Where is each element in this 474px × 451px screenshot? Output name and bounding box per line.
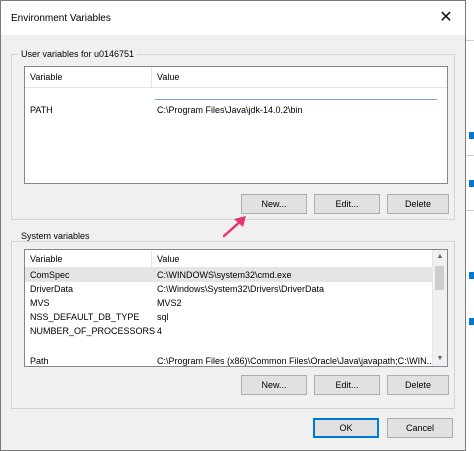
value-cell: C:\Program Files\Java\jdk-14.0.2\bin (157, 105, 303, 115)
table-row[interactable]: MVS MVS2 (25, 296, 433, 310)
variable-cell: Path (30, 356, 49, 366)
table-row[interactable]: NUMBER_OF_PROCESSORS 4 (25, 324, 433, 338)
system-list-header: Variable Value (25, 250, 447, 268)
background-window-edge (466, 0, 474, 451)
scroll-up-icon[interactable]: ▲ (433, 250, 447, 264)
cancel-button[interactable]: Cancel (387, 418, 453, 438)
column-header-variable[interactable]: Variable (30, 254, 62, 264)
table-row[interactable]: Path C:\Program Files (x86)\Common Files… (25, 354, 435, 366)
background-link-mark (469, 132, 474, 139)
header-sort-line (155, 99, 437, 100)
table-row[interactable] (25, 338, 433, 352)
table-row[interactable]: PATH C:\Program Files\Java\jdk-14.0.2\bi… (25, 103, 447, 117)
background-link-mark (469, 180, 474, 187)
column-header-value[interactable]: Value (157, 72, 179, 82)
divider (466, 210, 474, 211)
variable-cell: PATH (30, 105, 53, 115)
close-icon[interactable]: ✕ (437, 9, 455, 27)
system-variables-list[interactable]: Variable Value ComSpec C:\WINDOWS\system… (24, 249, 448, 367)
title-bar: Environment Variables ✕ (1, 1, 465, 35)
scroll-down-icon[interactable]: ▼ (433, 352, 447, 366)
divider (466, 155, 474, 156)
divider (466, 40, 474, 41)
table-row[interactable]: ComSpec C:\WINDOWS\system32\cmd.exe (25, 268, 433, 282)
column-divider[interactable] (151, 250, 152, 267)
pointer-arrow-icon (222, 216, 246, 238)
variable-cell: NUMBER_OF_PROCESSORS (30, 326, 156, 336)
user-new-button[interactable]: New... (241, 194, 307, 214)
vertical-scrollbar[interactable]: ▲ ▼ (432, 250, 447, 366)
value-cell: C:\Windows\System32\Drivers\DriverData (157, 284, 325, 294)
system-new-button[interactable]: New... (241, 375, 307, 395)
user-list-header: Variable Value (25, 67, 447, 88)
column-divider[interactable] (151, 67, 152, 87)
column-header-variable[interactable]: Variable (30, 72, 62, 82)
user-variables-label: User variables for u0146751 (18, 49, 138, 59)
user-edit-button[interactable]: Edit... (314, 194, 380, 214)
variable-cell: DriverData (30, 284, 74, 294)
value-cell: 4 (157, 326, 163, 336)
variable-cell: MVS (30, 298, 50, 308)
system-variables-label: System variables (18, 231, 93, 241)
column-header-value[interactable]: Value (157, 254, 179, 264)
window-title: Environment Variables (11, 13, 111, 24)
variable-cell: NSS_DEFAULT_DB_TYPE (30, 312, 140, 322)
value-cell: sql (157, 312, 169, 322)
background-link-mark (469, 318, 474, 325)
table-row[interactable]: DriverData C:\Windows\System32\Drivers\D… (25, 282, 433, 296)
table-row[interactable]: NSS_DEFAULT_DB_TYPE sql (25, 310, 433, 324)
scrollbar-thumb[interactable] (435, 266, 444, 290)
variable-cell: ComSpec (30, 270, 70, 280)
background-link-mark (469, 272, 474, 279)
value-cell: C:\Program Files (x86)\Common Files\Orac… (157, 356, 435, 366)
value-cell: C:\WINDOWS\system32\cmd.exe (157, 270, 292, 280)
system-edit-button[interactable]: Edit... (314, 375, 380, 395)
user-delete-button[interactable]: Delete (387, 194, 449, 214)
value-cell: MVS2 (157, 298, 182, 308)
system-delete-button[interactable]: Delete (387, 375, 449, 395)
user-variables-list[interactable]: Variable Value PATH C:\Program Files\Jav… (24, 66, 448, 184)
ok-button[interactable]: OK (313, 418, 379, 438)
